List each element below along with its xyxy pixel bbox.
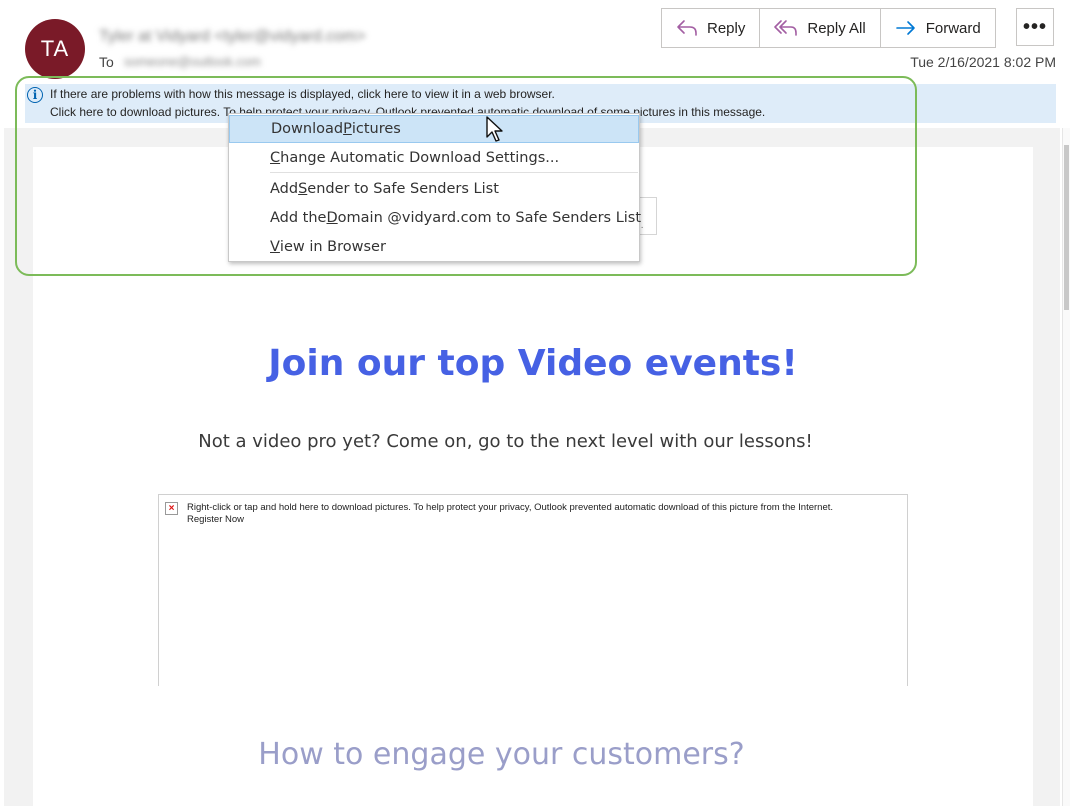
image-alt-text: Register Now [187, 514, 245, 525]
reply-all-icon [774, 20, 798, 36]
more-actions-button[interactable]: ••• [1016, 8, 1054, 46]
sender-name[interactable]: Tyler at Vidyard <tyler@vidyard.com> [99, 28, 366, 46]
download-pictures-menu: Download Pictures Change Automatic Downl… [228, 113, 641, 262]
reply-icon [677, 20, 697, 36]
section-heading: How to engage your customers? [258, 737, 745, 772]
reply-label: Reply [707, 19, 746, 37]
to-label: To [99, 54, 114, 70]
menu-item-add-safe-domain[interactable]: Add the Domain @vidyard.com to Safe Send… [229, 204, 641, 232]
message-actions: Reply Reply All Forward [661, 8, 996, 48]
menu-item-add-safe-sender[interactable]: Add Sender to Safe Senders List [229, 175, 639, 203]
forward-arrow-icon [895, 21, 915, 35]
reply-all-label: Reply All [807, 19, 866, 37]
mouse-pointer-icon [486, 116, 503, 142]
email-subline: Not a video pro yet? Come on, go to the … [198, 431, 813, 452]
blocked-image-text: Right-click or tap and hold here to down… [187, 502, 902, 526]
sent-date: Tue 2/16/2021 8:02 PM [910, 54, 1056, 70]
menu-item-view-in-browser[interactable]: View in Browser [229, 233, 639, 261]
forward-button[interactable]: Forward [881, 9, 995, 47]
ellipsis-icon: ••• [1022, 15, 1047, 38]
menu-item-change-download-settings[interactable]: Change Automatic Download Settings... [229, 144, 639, 172]
menu-separator [270, 172, 638, 173]
scrollbar-thumb[interactable] [1064, 145, 1069, 310]
email-headline: Join our top Video events! [268, 343, 798, 384]
blocked-image-notice: Right-click or tap and hold here to down… [187, 502, 833, 513]
blocked-image-placeholder[interactable]: × Right-click or tap and hold here to do… [158, 494, 908, 686]
sender-avatar[interactable]: TA [25, 19, 85, 79]
broken-image-icon: × [165, 502, 178, 515]
reply-button[interactable]: Reply [662, 9, 761, 47]
to-recipient[interactable]: someone@outlook.com [124, 54, 261, 69]
reply-all-button[interactable]: Reply All [760, 9, 881, 47]
menu-item-download-pictures[interactable]: Download Pictures [229, 115, 639, 143]
forward-label: Forward [925, 19, 981, 37]
